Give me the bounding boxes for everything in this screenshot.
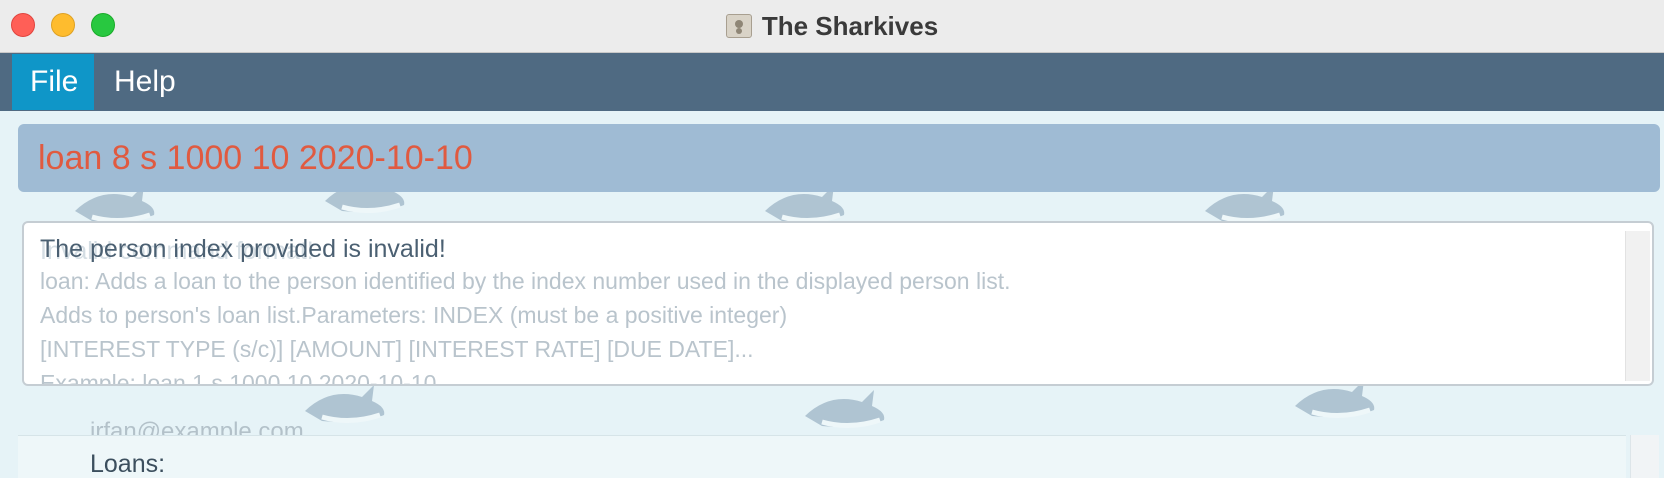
result-message: The person index provided is invalid! — [40, 235, 446, 263]
app-window: The Sharkives File Help loan 8 s 1000 10… — [0, 0, 1664, 478]
result-usage-line: loan: Adds a loan to the person identifi… — [40, 268, 1011, 294]
title-wrap: The Sharkives — [0, 0, 1664, 52]
person-list-panel[interactable] — [18, 435, 1626, 478]
result-display[interactable]: Invalid command format! The person index… — [22, 221, 1654, 386]
window-title: The Sharkives — [761, 10, 939, 41]
command-text: loan 8 s 1000 10 2020-10-10 — [38, 138, 473, 177]
title-bar: The Sharkives — [0, 0, 1664, 53]
result-usage-line: [INTEREST TYPE (s/c)] [AMOUNT] [INTEREST… — [40, 336, 754, 362]
person-list-scrollbar[interactable] — [1630, 435, 1659, 478]
result-example-line: Example: loan 1 s 1000 10 2020-10-10 — [40, 370, 437, 386]
person-loans-label: Loans: — [90, 450, 166, 478]
menu-file[interactable]: File — [12, 54, 94, 110]
result-usage-line: Adds to person's loan list.Parameters: I… — [40, 302, 788, 328]
shark-icon — [305, 385, 385, 423]
address-book-icon — [725, 14, 752, 38]
command-input[interactable]: loan 8 s 1000 10 2020-10-10 — [18, 124, 1660, 192]
shark-icon — [805, 390, 885, 428]
result-scrollbar[interactable] — [1625, 231, 1650, 381]
menu-help[interactable]: Help — [96, 54, 196, 110]
menu-bar: File Help — [0, 53, 1664, 111]
